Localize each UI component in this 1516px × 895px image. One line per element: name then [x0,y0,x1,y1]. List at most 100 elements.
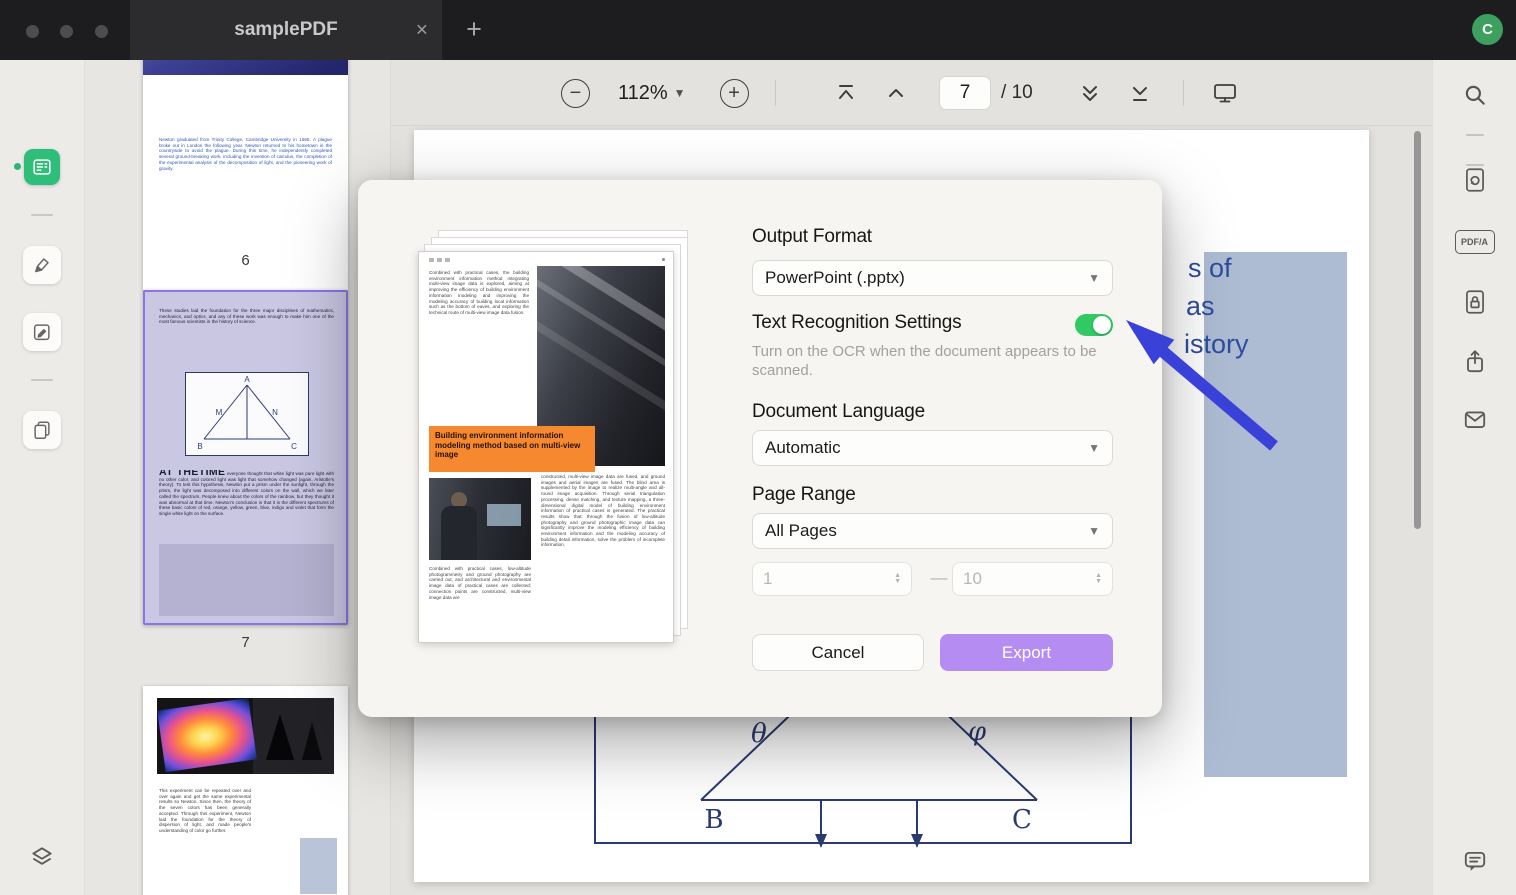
minimize-window-button[interactable] [60,25,74,38]
previous-page-button[interactable] [885,82,907,104]
avatar-letter: C [1482,21,1493,38]
zoom-out-button[interactable]: − [561,78,590,108]
search-button[interactable] [1462,82,1488,108]
svg-text:θ: θ [751,719,767,749]
preview-column-text: constructed, multi-view image data are f… [541,474,665,548]
range-start-value: 1 [763,569,773,588]
page-range-dropdown[interactable]: All Pages ▼ [752,513,1113,549]
vertical-scrollbar[interactable] [1414,131,1421,529]
layers-button[interactable] [29,844,55,870]
range-separator: — [930,568,948,587]
svg-text:M: M [216,408,223,417]
page7-diagram: A M N B C [185,372,309,456]
page-range-label: Page Range [752,484,856,505]
preview-heading: Building environment information modelin… [429,426,595,472]
share-button[interactable] [1462,348,1488,376]
tab-close-icon[interactable]: × [416,20,428,41]
page7-body-text: everyone thought that white light was pu… [159,471,334,516]
preview-photo-person [429,478,531,560]
output-format-value: PowerPoint (.pptx) [765,268,905,287]
document-language-dropdown[interactable]: Automatic ▼ [752,430,1113,466]
page7-body: AT THETIME everyone thought that white l… [159,470,334,517]
thumbnail-page-7-selected[interactable]: These studies laid the foundation for th… [143,290,348,625]
chevron-down-icon: ▼ [1088,271,1100,285]
right-sidebar: PDF/A [1432,60,1516,895]
next-page-button[interactable] [1079,82,1101,104]
page7-label: 7 [241,634,250,651]
highlighter-icon [23,246,61,284]
comment-button[interactable] [1462,848,1488,874]
sidebar-divider [31,379,53,381]
traffic-lights [26,25,125,43]
document-tab[interactable]: samplePDF × [130,0,442,60]
page-number-input[interactable]: 7 [939,76,991,110]
toolbar-divider [774,80,776,106]
zoom-window-button[interactable] [94,25,108,38]
convert-document-button[interactable] [1462,166,1488,194]
page6-figure-image [143,60,348,75]
svg-text:A: A [244,375,250,384]
thumbnail-page-8[interactable]: This experiment can be repeated over and… [143,686,348,895]
document-toolbar: − 112% ▼ + 7 / 10 [391,60,1432,126]
note-edit-icon [23,313,61,351]
document-language-value: Automatic [765,438,841,457]
titlebar: samplePDF × + C [0,0,1516,60]
mail-button[interactable] [1462,408,1488,432]
cancel-button[interactable]: Cancel [752,634,924,671]
preview-column-text: Combined with practical cases, the build… [429,270,529,315]
ocr-description: Turn on the OCR when the document appear… [752,343,1097,379]
toolbar-divider [1182,80,1184,106]
highlighter-tool-button[interactable] [23,246,61,284]
reader-view-icon [24,149,60,185]
page-count: / 10 [1001,82,1033,103]
presentation-mode-button[interactable] [1212,81,1238,105]
left-sidebar [0,60,85,895]
svg-text:B: B [197,442,202,451]
range-end-input[interactable]: 10 ▲ ▼ [952,562,1113,596]
stepper-icon[interactable]: ▲ ▼ [1095,572,1102,585]
zoom-level[interactable]: 112% [618,82,668,105]
svg-text:N: N [272,408,278,417]
document-language-label: Document Language [752,401,926,422]
avatar[interactable]: C [1472,14,1503,45]
pages-tool-button[interactable] [23,411,61,449]
new-tab-button[interactable]: + [458,14,490,46]
range-start-input[interactable]: 1 ▲ ▼ [752,562,912,596]
svg-text:φ: φ [968,717,987,747]
export-dialog: Combined with practical cases, the build… [358,180,1162,717]
svg-text:B: B [704,805,723,835]
tab-title: samplePDF [234,19,338,40]
close-window-button[interactable] [26,25,39,38]
zoom-dropdown-caret-icon[interactable]: ▼ [674,86,686,100]
preview-page: Combined with practical cases, the build… [418,251,674,643]
svg-text:C: C [1012,805,1032,835]
chevron-down-icon: ▼ [1088,524,1100,538]
zoom-in-button[interactable]: + [719,78,749,108]
output-format-dropdown[interactable]: PowerPoint (.pptx) ▼ [752,260,1113,296]
stepper-icon[interactable]: ▲ ▼ [894,572,901,585]
sidebar-divider [31,214,53,216]
page8-figure-block [300,838,337,894]
ocr-settings-label: Text Recognition Settings [752,312,962,333]
pages-icon [23,411,61,449]
thumbnail-panel-button[interactable] [24,149,60,185]
annotation-arrow [1126,320,1278,451]
page8-figure-image [157,698,334,774]
page8-text: This experiment can be repeated over and… [159,788,251,833]
go-to-last-page-button[interactable] [1129,82,1151,104]
preview-column-text: Combined with practical cases, low-altit… [429,566,531,600]
range-end-value: 10 [963,569,982,588]
page6-label: 6 [241,252,250,269]
pdfa-button[interactable]: PDF/A [1454,230,1495,254]
page6-text: Newton graduated from Trinity College, C… [159,137,332,171]
protect-document-button[interactable] [1462,288,1488,316]
thumbnail-panel: Newton graduated from Trinity College, C… [85,60,390,895]
export-button[interactable]: Export [940,634,1113,671]
preview-toolbar-dots [429,256,665,263]
annotation-tool-button[interactable] [23,313,61,351]
go-to-first-page-button[interactable] [835,82,857,104]
document-text-fragment: s of [1188,253,1232,283]
page7-figure-block [159,544,334,616]
app-window: samplePDF × + C Newton graduated from Tr… [0,0,1516,895]
svg-text:C: C [291,442,297,451]
